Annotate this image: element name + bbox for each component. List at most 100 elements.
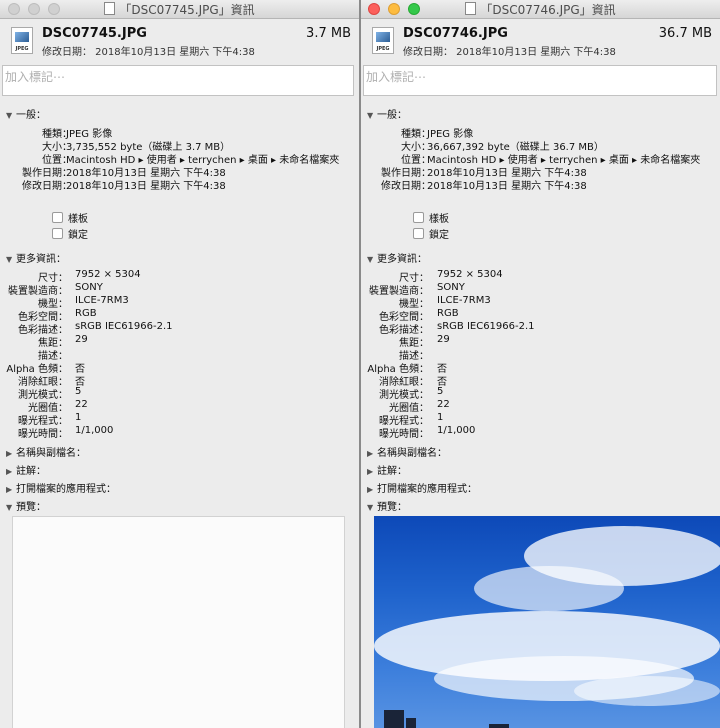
disclosure-expanded-icon[interactable]: ▼ — [6, 255, 16, 264]
row-value: 2018年10月13日 星期六 下午4:38 — [427, 181, 587, 192]
row-label: 曝光時間： — [18, 429, 68, 440]
section-label: 名稱與副檔名： — [377, 448, 447, 459]
section-more-info[interactable]: ▼ 更多資訊： — [6, 250, 66, 265]
section-open-with[interactable]: ▶ 打開檔案的應用程式： — [367, 480, 477, 495]
row-value: 22 — [75, 399, 88, 410]
checkbox-box[interactable] — [52, 212, 63, 223]
row-value: SONY — [75, 282, 103, 293]
checkbox-box[interactable] — [413, 228, 424, 239]
row-value: 7952 × 5304 — [75, 269, 141, 280]
row-value: 1 — [437, 412, 444, 423]
jpeg-file-icon: JPEG — [11, 27, 33, 54]
section-label: 打開檔案的應用程式： — [377, 484, 477, 495]
tags-field[interactable] — [363, 65, 720, 96]
tags-input[interactable] — [364, 68, 720, 86]
disclosure-expanded-icon[interactable]: ▼ — [367, 255, 377, 264]
row-value: 29 — [75, 334, 88, 345]
modified-date: 修改日期： 2018年10月13日 星期六 下午4:38 — [403, 47, 616, 58]
preview-image-blank — [12, 516, 345, 728]
section-preview[interactable]: ▼ 預覽： — [367, 498, 407, 513]
section-name-extension[interactable]: ▶ 名稱與副檔名： — [6, 444, 86, 459]
document-icon — [465, 2, 477, 15]
row-value: 1 — [75, 412, 82, 423]
section-general-label: 一般： — [16, 110, 46, 121]
info-window-2: 「DSC07746.JPG」資訊 JPEG DSC07746.JPG 36.7 … — [361, 0, 720, 728]
title-bar[interactable]: 「DSC07746.JPG」資訊 — [361, 0, 720, 19]
section-general-label: 一般： — [377, 110, 407, 121]
disclosure-collapsed-icon[interactable]: ▶ — [367, 467, 377, 476]
jpeg-file-icon: JPEG — [372, 27, 394, 54]
disclosure-expanded-icon[interactable]: ▼ — [6, 503, 16, 512]
section-more-info-label: 更多資訊： — [377, 254, 427, 265]
section-label: 預覽： — [16, 502, 46, 513]
tags-field[interactable] — [2, 65, 357, 96]
row-label: 曝光時間： — [379, 429, 429, 440]
file-name: DSC07746.JPG — [403, 26, 508, 41]
row-label: 修改日期： — [22, 181, 72, 192]
row-value: 5 — [437, 386, 444, 397]
row-value: 7952 × 5304 — [437, 269, 503, 280]
disclosure-collapsed-icon[interactable]: ▶ — [6, 485, 16, 494]
section-label: 打開檔案的應用程式： — [16, 484, 116, 495]
checkbox-label: 樣板 — [68, 214, 88, 225]
section-preview[interactable]: ▼ 預覽： — [6, 498, 46, 513]
section-label: 註解： — [16, 466, 46, 477]
section-comments[interactable]: ▶ 註解： — [6, 462, 46, 477]
row-value: RGB — [75, 308, 97, 319]
file-size: 36.7 MB — [658, 26, 712, 41]
disclosure-expanded-icon[interactable]: ▼ — [367, 503, 377, 512]
locked-checkbox[interactable]: 鎖定 — [52, 226, 88, 241]
row-value: sRGB IEC61966-2.1 — [437, 321, 535, 332]
section-name-extension[interactable]: ▶ 名稱與副檔名： — [367, 444, 447, 459]
checkbox-label: 鎖定 — [68, 230, 88, 241]
preview-image-sky-photo — [374, 516, 720, 728]
row-value: 5 — [75, 386, 82, 397]
section-more-info[interactable]: ▼ 更多資訊： — [367, 250, 427, 265]
disclosure-expanded-icon[interactable]: ▼ — [6, 111, 16, 120]
window-title-text: 「DSC07746.JPG」資訊 — [480, 3, 616, 17]
checkbox-box[interactable] — [52, 228, 63, 239]
window-title-text: 「DSC07745.JPG」資訊 — [119, 3, 255, 17]
section-open-with[interactable]: ▶ 打開檔案的應用程式： — [6, 480, 116, 495]
file-icon-ext: JPEG — [15, 46, 29, 52]
disclosure-collapsed-icon[interactable]: ▶ — [367, 449, 377, 458]
checkbox-label: 樣板 — [429, 214, 449, 225]
checkbox-box[interactable] — [413, 212, 424, 223]
section-comments[interactable]: ▶ 註解： — [367, 462, 407, 477]
row-value: 1/1,000 — [437, 425, 476, 436]
section-label: 註解： — [377, 466, 407, 477]
row-label: 修改日期： — [381, 181, 431, 192]
window-title: 「DSC07745.JPG」資訊 — [0, 1, 359, 18]
document-icon — [104, 2, 116, 15]
modified-date: 修改日期： 2018年10月13日 星期六 下午4:38 — [42, 47, 255, 58]
row-value: RGB — [437, 308, 459, 319]
disclosure-collapsed-icon[interactable]: ▶ — [6, 467, 16, 476]
row-value: sRGB IEC61966-2.1 — [75, 321, 173, 332]
info-window-1: 「DSC07745.JPG」資訊 JPEG DSC07745.JPG 3.7 M… — [0, 0, 359, 728]
section-label: 名稱與副檔名： — [16, 448, 86, 459]
disclosure-collapsed-icon[interactable]: ▶ — [6, 449, 16, 458]
tags-input[interactable] — [3, 68, 357, 86]
stationery-checkbox[interactable]: 樣板 — [52, 210, 88, 225]
section-general[interactable]: ▼ 一般： — [367, 106, 407, 121]
row-value: 2018年10月13日 星期六 下午4:38 — [66, 181, 226, 192]
row-value: 1/1,000 — [75, 425, 114, 436]
file-size: 3.7 MB — [306, 26, 351, 41]
disclosure-collapsed-icon[interactable]: ▶ — [367, 485, 377, 494]
row-value: ILCE-7RM3 — [75, 295, 129, 306]
window-title: 「DSC07746.JPG」資訊 — [361, 1, 720, 18]
title-bar[interactable]: 「DSC07745.JPG」資訊 — [0, 0, 359, 19]
checkbox-label: 鎖定 — [429, 230, 449, 241]
stationery-checkbox[interactable]: 樣板 — [413, 210, 449, 225]
section-label: 預覽： — [377, 502, 407, 513]
row-value: 22 — [437, 399, 450, 410]
file-name: DSC07745.JPG — [42, 26, 147, 41]
locked-checkbox[interactable]: 鎖定 — [413, 226, 449, 241]
disclosure-expanded-icon[interactable]: ▼ — [367, 111, 377, 120]
file-icon-ext: JPEG — [376, 46, 390, 52]
row-value: SONY — [437, 282, 465, 293]
row-value: 29 — [437, 334, 450, 345]
row-value: ILCE-7RM3 — [437, 295, 491, 306]
section-more-info-label: 更多資訊： — [16, 254, 66, 265]
section-general[interactable]: ▼ 一般： — [6, 106, 46, 121]
